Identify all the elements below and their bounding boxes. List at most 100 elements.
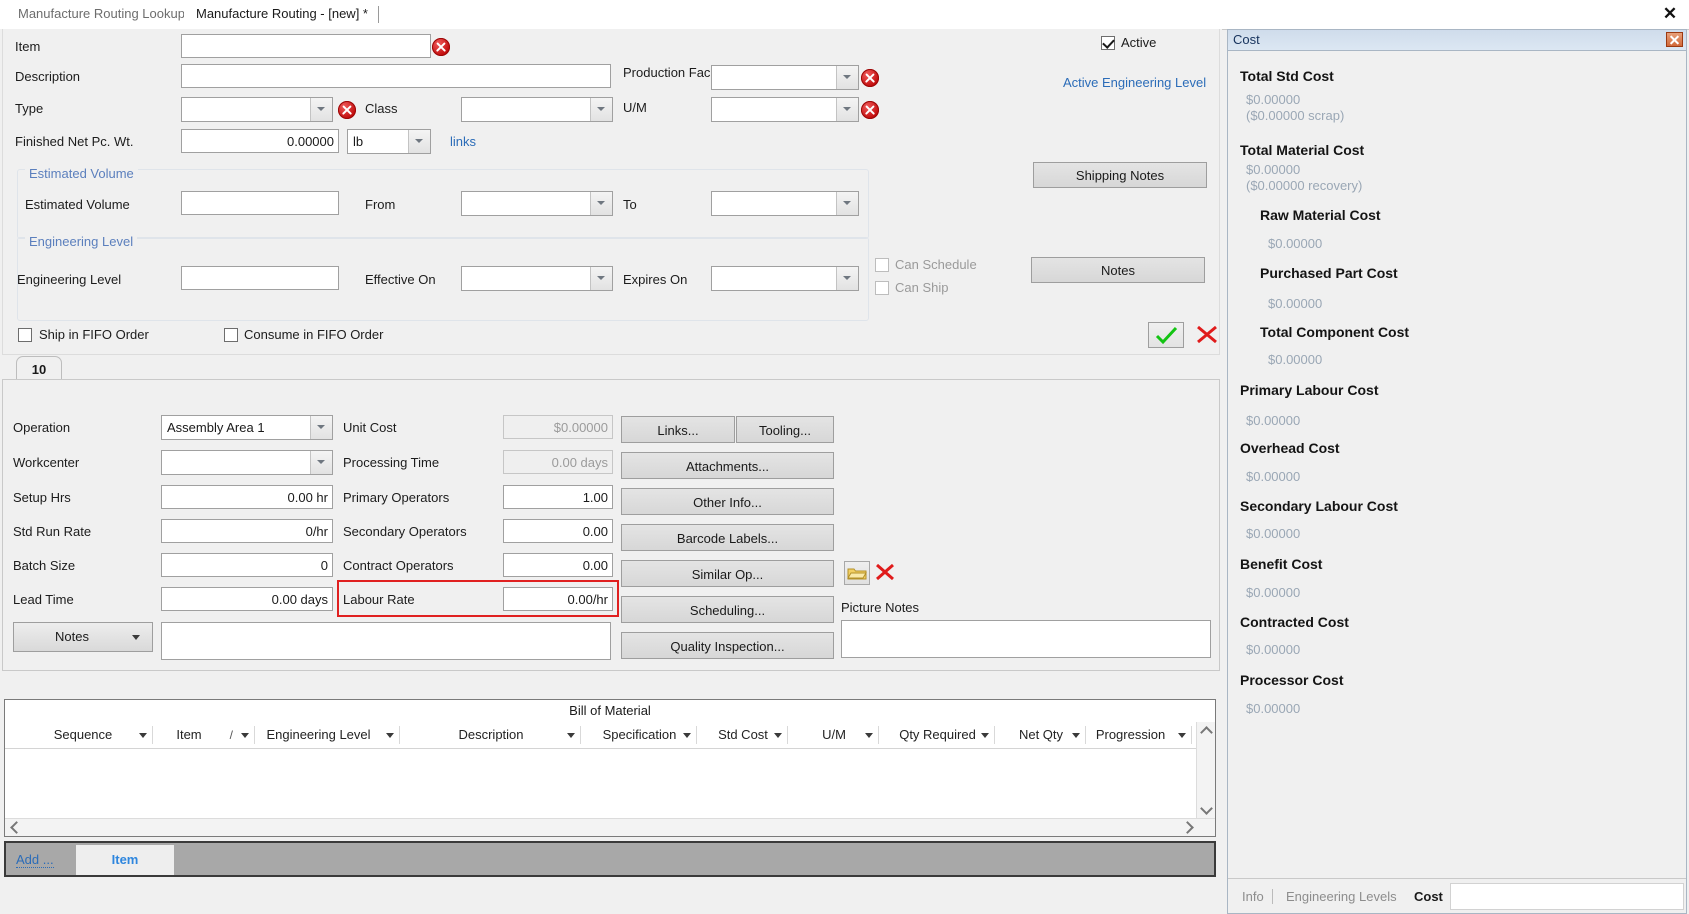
operation-notes-input[interactable] xyxy=(161,622,611,660)
scroll-up-icon[interactable] xyxy=(1197,722,1215,739)
folder-icon[interactable] xyxy=(844,561,870,585)
bom-col-progression[interactable]: Progression xyxy=(1087,722,1192,748)
weight-uom-combo[interactable]: lb xyxy=(347,129,431,154)
close-icon[interactable] xyxy=(1666,32,1683,47)
chevron-down-icon[interactable] xyxy=(590,98,612,121)
tab-cost[interactable]: Cost xyxy=(1406,885,1451,908)
chevron-down-icon[interactable] xyxy=(310,98,332,121)
attachments-button[interactable]: Attachments... xyxy=(621,452,834,479)
bom-vertical-scrollbar[interactable] xyxy=(1196,722,1215,818)
workcenter-combo[interactable] xyxy=(161,450,333,475)
lead-time-input[interactable] xyxy=(161,587,333,611)
primary-operators-input[interactable] xyxy=(503,485,613,509)
item-input[interactable] xyxy=(181,34,431,58)
chevron-down-icon[interactable] xyxy=(774,733,782,738)
um-combo[interactable] xyxy=(711,97,859,122)
batch-size-input[interactable] xyxy=(161,553,333,577)
finished-net-weight-input[interactable] xyxy=(181,129,339,153)
production-facility-combo[interactable] xyxy=(711,65,859,90)
delete-picture-icon[interactable] xyxy=(872,561,898,585)
item-label: Item xyxy=(15,39,41,54)
picture-notes-input[interactable] xyxy=(841,620,1211,658)
active-checkbox[interactable] xyxy=(1101,36,1115,50)
bom-col-sequence[interactable]: Sequence xyxy=(13,722,153,748)
tooling-button[interactable]: Tooling... xyxy=(736,416,834,443)
can-schedule-checkbox[interactable] xyxy=(875,258,889,272)
estimated-volume-from-combo[interactable] xyxy=(461,191,613,216)
links-link[interactable]: links xyxy=(450,134,476,149)
can-ship-checkbox[interactable] xyxy=(875,281,889,295)
quality-inspection-button[interactable]: Quality Inspection... xyxy=(621,632,834,659)
estimated-volume-input[interactable] xyxy=(181,191,339,215)
operation-combo[interactable]: Assembly Area 1 xyxy=(161,415,333,440)
links-button[interactable]: Links... xyxy=(621,416,735,443)
other-info-button[interactable]: Other Info... xyxy=(621,488,834,515)
engineering-level-input[interactable] xyxy=(181,266,339,290)
scroll-right-icon[interactable] xyxy=(1179,819,1197,836)
active-engineering-level-link[interactable]: Active Engineering Level xyxy=(1063,75,1206,90)
setup-hrs-input[interactable] xyxy=(161,485,333,509)
chevron-down-icon[interactable] xyxy=(836,98,858,121)
description-input[interactable] xyxy=(181,64,611,88)
bom-col-qty-required[interactable]: Qty Required xyxy=(880,722,995,748)
cost-value-primary-labour-cost: $0.00000 xyxy=(1246,413,1301,428)
chevron-down-icon[interactable] xyxy=(981,733,989,738)
chevron-down-icon[interactable] xyxy=(567,733,575,738)
chevron-down-icon[interactable] xyxy=(836,267,858,290)
operation-notes-button[interactable]: Notes xyxy=(13,622,153,652)
bom-horizontal-scrollbar[interactable] xyxy=(5,818,1215,836)
bom-col-specification[interactable]: Specification xyxy=(582,722,697,748)
bom-col-engineering-level[interactable]: Engineering Level xyxy=(255,722,400,748)
sort-asc-icon[interactable]: / xyxy=(230,722,233,748)
effective-on-combo[interactable] xyxy=(461,266,613,291)
notes-button[interactable]: Notes xyxy=(1031,257,1205,283)
estimated-volume-to-combo[interactable] xyxy=(711,191,859,216)
barcode-labels-button[interactable]: Barcode Labels... xyxy=(621,524,834,551)
type-combo[interactable] xyxy=(181,97,333,122)
tab-manufacture-routing-lookup[interactable]: Manufacture Routing Lookup xyxy=(6,0,197,28)
shipping-notes-button[interactable]: Shipping Notes xyxy=(1033,162,1207,188)
std-run-rate-input[interactable] xyxy=(161,519,333,543)
chevron-down-icon[interactable] xyxy=(139,733,147,738)
ship-in-fifo-checkbox[interactable] xyxy=(18,328,32,342)
scheduling-button[interactable]: Scheduling... xyxy=(621,596,834,623)
confirm-button[interactable] xyxy=(1148,322,1184,348)
close-icon[interactable]: ✕ xyxy=(1659,3,1681,25)
expires-on-combo[interactable] xyxy=(711,266,859,291)
chevron-down-icon[interactable] xyxy=(836,66,858,89)
add-item-button[interactable]: Item xyxy=(76,845,174,875)
chevron-down-icon[interactable] xyxy=(386,733,394,738)
chevron-down-icon[interactable] xyxy=(408,130,430,153)
chevron-down-icon[interactable] xyxy=(836,192,858,215)
tab-engineering-levels[interactable]: Engineering Levels xyxy=(1278,885,1405,908)
chevron-down-icon[interactable] xyxy=(683,733,691,738)
bom-col-description[interactable]: Description xyxy=(401,722,581,748)
cost-title-contracted-cost: Contracted Cost xyxy=(1240,614,1349,630)
contract-operators-input[interactable] xyxy=(503,553,613,577)
scroll-left-icon[interactable] xyxy=(5,819,23,836)
chevron-down-icon[interactable] xyxy=(590,192,612,215)
labour-rate-input[interactable] xyxy=(503,587,613,611)
estimated-volume-to-label: To xyxy=(623,197,637,212)
add-link[interactable]: Add ... xyxy=(16,852,54,868)
chevron-down-icon[interactable] xyxy=(241,733,249,738)
chevron-down-icon[interactable] xyxy=(310,451,332,474)
chevron-down-icon[interactable] xyxy=(310,416,332,439)
tab-manufacture-routing-new[interactable]: Manufacture Routing - [new] * xyxy=(184,0,380,28)
bom-col-net-qty[interactable]: Net Qty xyxy=(996,722,1086,748)
bom-col-um[interactable]: U/M xyxy=(789,722,879,748)
chevron-down-icon[interactable] xyxy=(865,733,873,738)
bom-col-std-cost[interactable]: Std Cost xyxy=(698,722,788,748)
chevron-down-icon[interactable] xyxy=(132,635,140,640)
chevron-down-icon[interactable] xyxy=(1178,733,1186,738)
bom-col-item[interactable]: Item / xyxy=(155,722,255,748)
cancel-button[interactable] xyxy=(1189,322,1225,348)
chevron-down-icon[interactable] xyxy=(590,267,612,290)
class-combo[interactable] xyxy=(461,97,613,122)
consume-in-fifo-checkbox[interactable] xyxy=(224,328,238,342)
scroll-down-icon[interactable] xyxy=(1197,801,1215,818)
tab-info[interactable]: Info xyxy=(1234,885,1272,908)
secondary-operators-input[interactable] xyxy=(503,519,613,543)
chevron-down-icon[interactable] xyxy=(1072,733,1080,738)
similar-op-button[interactable]: Similar Op... xyxy=(621,560,834,587)
